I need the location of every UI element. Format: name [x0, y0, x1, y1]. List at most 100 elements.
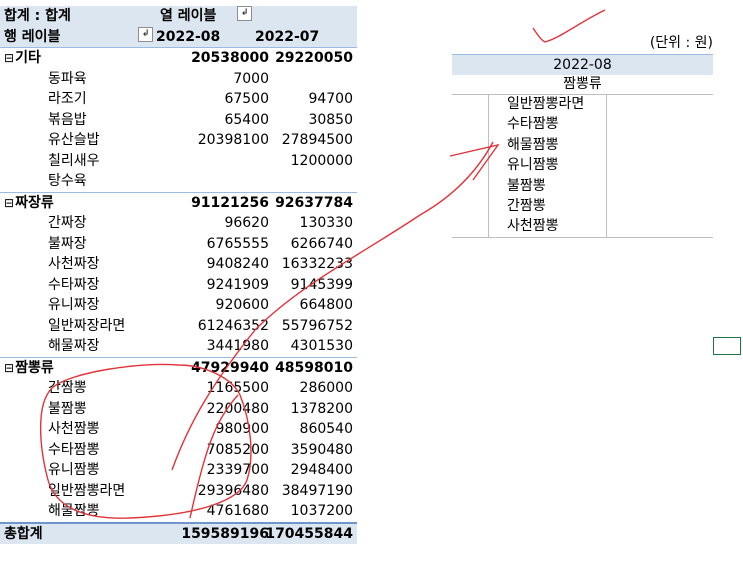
- list-item[interactable]: 해물짬뽕: [489, 135, 606, 155]
- table-row[interactable]: 수타짬뽕 7085200 3590480: [0, 440, 357, 461]
- side-table: (단위 : 원) 2022-08 짬뽕류 일반짬뽕라면 수타짬뽕 해물짬뽕 유니짬뽕 불…: [452, 35, 713, 238]
- collapse-icon[interactable]: ⊟: [4, 361, 14, 375]
- list-item[interactable]: 사천짬뽕: [489, 216, 606, 236]
- table-row[interactable]: 유산슬밥 20398100 27894500: [0, 130, 357, 151]
- table-row[interactable]: 간짜장 96620 130330: [0, 213, 357, 234]
- collapse-icon[interactable]: ⊟: [4, 196, 14, 210]
- value-2022-08: 980900: [215, 421, 269, 437]
- values-label[interactable]: 합계 : 합계: [4, 6, 71, 27]
- table-row[interactable]: 해물짜장 3441980 4301530: [0, 336, 357, 357]
- value-2022-07: 2948400: [290, 462, 353, 478]
- list-item[interactable]: 수타짬뽕: [489, 114, 606, 134]
- table-row[interactable]: 탕수육: [0, 171, 357, 192]
- unit-label: (단위 : 원): [649, 35, 713, 51]
- table-row[interactable]: 사천짜장 9408240 16332233: [0, 254, 357, 275]
- row-label: 볶음밥: [48, 111, 87, 128]
- table-row[interactable]: 해물짬뽕 4761680 1037200: [0, 501, 357, 522]
- collapse-icon[interactable]: ⊟: [4, 51, 14, 65]
- row-label: 수타짬뽕: [48, 441, 100, 458]
- row-labels-title[interactable]: 행 레이블: [4, 27, 60, 48]
- group-label: 짜장류: [15, 194, 54, 211]
- list-item[interactable]: 간짬뽕: [489, 196, 606, 216]
- row-label: 동파육: [48, 70, 87, 87]
- pivot-body: ⊟기타 20538000 29220050 동파육 7000 라조기 67500 94700 볶…: [0, 47, 357, 522]
- table-row[interactable]: 수타짜장 9241909 9145399: [0, 275, 357, 296]
- value-2022-07: 38497190: [281, 482, 353, 499]
- group-total-2022-08: 20538000: [191, 50, 269, 66]
- table-row[interactable]: 볶음밥 65400 30850: [0, 110, 357, 131]
- row-label: 불짬뽕: [48, 400, 87, 417]
- grand-total-row[interactable]: 총합계 159589196 170455844: [0, 521, 357, 544]
- side-table-header[interactable]: 2022-08: [452, 54, 713, 75]
- row-label: 탕수육: [48, 173, 87, 189]
- column-header-2022-07[interactable]: 2022-07: [255, 27, 319, 48]
- table-row[interactable]: 불짬뽕 2200480 1378200: [0, 399, 357, 420]
- side-table-category[interactable]: 짬뽕류: [452, 75, 713, 95]
- row-label: 해물짜장: [48, 338, 100, 354]
- table-row[interactable]: 사천짬뽕 980900 860540: [0, 419, 357, 440]
- value-2022-07: 94700: [308, 91, 353, 107]
- value-2022-08: 1165500: [206, 380, 269, 396]
- group-row[interactable]: ⊟기타 20538000 29220050: [0, 47, 357, 69]
- grand-total-2022-07: 170455844: [265, 525, 353, 542]
- value-2022-08: 9408240: [206, 256, 269, 272]
- row-label: 라조기: [48, 91, 87, 107]
- value-2022-08: 7000: [233, 70, 269, 87]
- value-2022-07: 9145399: [290, 276, 353, 293]
- dropdown-filter-icon[interactable]: ↲: [237, 6, 252, 21]
- table-row[interactable]: 유니짜장 920600 664800: [0, 295, 357, 316]
- value-2022-08: 20398100: [197, 132, 269, 148]
- table-row[interactable]: 일반짬뽕라면 29396480 38497190: [0, 481, 357, 502]
- value-2022-08: 6765555: [206, 235, 269, 252]
- value-2022-08: 2200480: [206, 400, 269, 417]
- list-item[interactable]: 불짬뽕: [489, 176, 606, 196]
- table-row[interactable]: 불짜장 6765555 6266740: [0, 234, 357, 255]
- value-2022-07: 3590480: [290, 441, 353, 458]
- group-total-2022-08: 47929940: [191, 359, 269, 376]
- value-2022-08: 7085200: [206, 441, 269, 458]
- table-row[interactable]: 동파육 7000: [0, 69, 357, 90]
- row-label: 수타짜장: [48, 276, 100, 293]
- value-2022-07: 664800: [299, 297, 353, 313]
- selected-cell[interactable]: [713, 337, 741, 355]
- value-2022-07: 16332233: [281, 256, 353, 272]
- group-row[interactable]: ⊟짬뽕류 47929940 48598010: [0, 356, 357, 379]
- table-row[interactable]: 라조기 67500 94700: [0, 89, 357, 110]
- value-2022-08: 2339700: [206, 462, 269, 478]
- group-total-2022-07: 48598010: [275, 359, 353, 376]
- table-row[interactable]: 칠리새우 1200000: [0, 151, 357, 172]
- sort-filter-icon[interactable]: ↲: [138, 26, 153, 42]
- value-2022-07: 55796752: [281, 317, 353, 334]
- value-2022-08: 61246352: [197, 317, 269, 334]
- value-2022-08: 29396480: [197, 482, 269, 499]
- value-2022-07: 1200000: [290, 152, 353, 169]
- pivot-table: 합계 : 합계 열 레이블 ↲ 행 레이블 ↲ 2022-08 2022-07 …: [0, 6, 357, 544]
- group-label: 기타: [15, 50, 41, 66]
- row-label: 사천짬뽕: [48, 421, 100, 437]
- value-2022-08: 65400: [224, 111, 269, 128]
- value-2022-07: 27894500: [281, 132, 353, 148]
- value-2022-07: 286000: [299, 380, 353, 396]
- row-label: 사천짜장: [48, 256, 100, 272]
- value-2022-07: 130330: [299, 215, 353, 231]
- value-2022-07: 1037200: [290, 503, 353, 519]
- group-row[interactable]: ⊟짜장류 91121256 92637784: [0, 191, 357, 214]
- side-table-list: 일반짬뽕라면 수타짬뽕 해물짬뽕 유니짬뽕 불짬뽕 간짬뽕 사천짬뽕: [488, 94, 607, 237]
- pivot-header-row-2: 행 레이블 ↲ 2022-08 2022-07: [0, 26, 357, 48]
- row-label: 간짜장: [48, 215, 87, 231]
- table-row[interactable]: 유니짬뽕 2339700 2948400: [0, 460, 357, 481]
- group-label: 짬뽕류: [15, 359, 54, 376]
- row-label: 유니짬뽕: [48, 462, 100, 478]
- value-2022-07: 6266740: [290, 235, 353, 252]
- grand-total-2022-08: 159589196: [181, 525, 269, 542]
- table-row[interactable]: 간짬뽕 1165500 286000: [0, 378, 357, 399]
- table-row[interactable]: 일반짜장라면 61246352 55796752: [0, 316, 357, 337]
- list-item[interactable]: 일반짬뽕라면: [489, 94, 606, 114]
- column-labels-title[interactable]: 열 레이블: [160, 6, 216, 27]
- list-item[interactable]: 유니짬뽕: [489, 155, 606, 175]
- row-label: 유산슬밥: [48, 132, 100, 148]
- column-header-2022-08[interactable]: 2022-08: [156, 27, 220, 48]
- grand-total-label: 총합계: [4, 525, 43, 542]
- value-2022-07: 860540: [299, 421, 353, 437]
- group-total-2022-08: 91121256: [191, 194, 269, 211]
